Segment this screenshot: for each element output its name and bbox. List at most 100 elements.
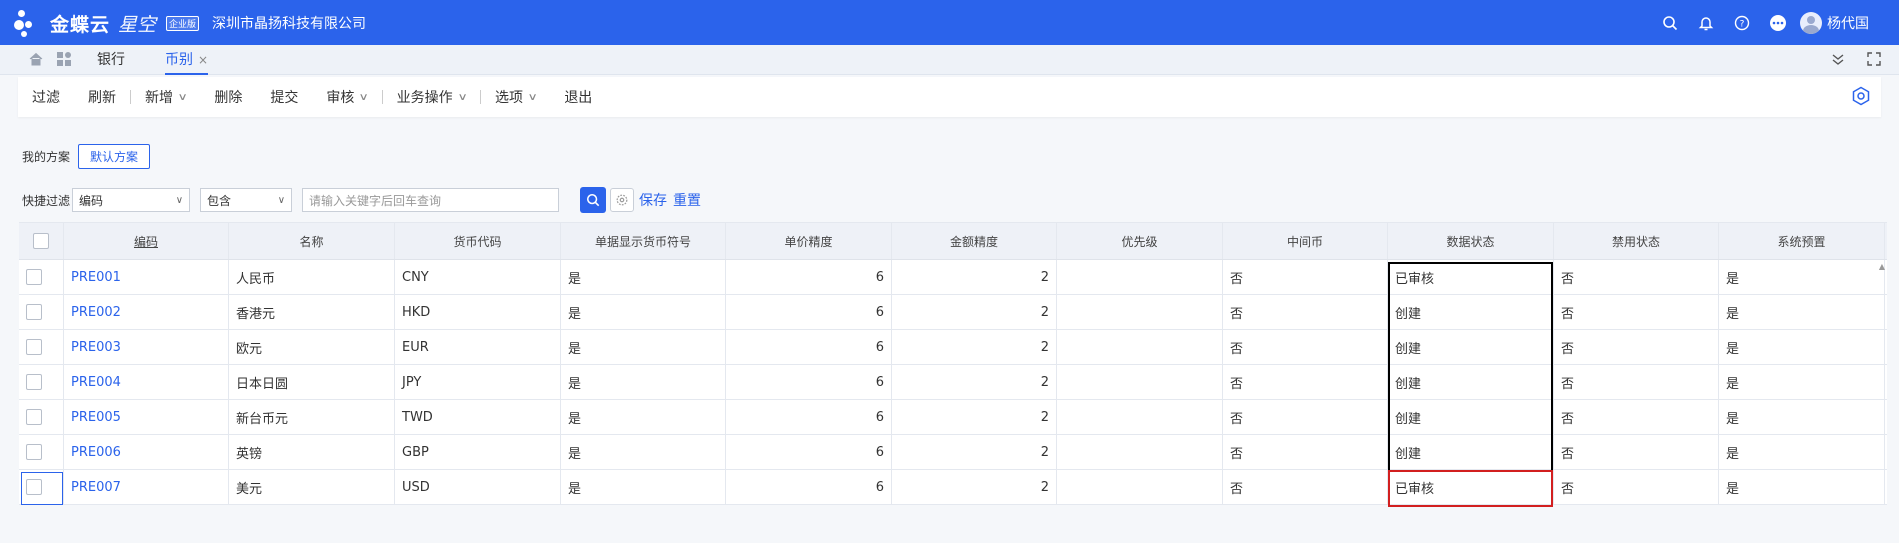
table-cell [1057,330,1223,364]
currency-code-link[interactable]: PRE007 [64,470,229,504]
table-cell: USD [395,470,561,504]
column-header[interactable]: 名称 [229,223,395,259]
currency-code-link[interactable]: PRE006 [64,435,229,469]
delete-button[interactable]: 删除 [200,77,256,117]
row-checkbox[interactable] [26,374,42,390]
table-cell [1057,435,1223,469]
row-select-cell [19,470,64,504]
currency-code-link[interactable]: PRE005 [64,400,229,434]
column-header[interactable]: 单据显示货币符号 [561,223,726,259]
column-header[interactable]: 中间币 [1223,223,1388,259]
table-cell: 否 [1223,400,1388,434]
table-cell: 2 [892,470,1057,504]
filter-placeholder: 请输入关键字后回车查询 [309,193,442,208]
toolbar: 过滤 刷新 新增 ∨ 删除 提交 审核 ∨ 业务操作 ∨ 选项 ∨ 退出 [18,77,1881,117]
default-scheme-button[interactable]: 默认方案 [78,144,151,169]
tab-bank[interactable]: 银行 [97,45,125,75]
table-cell: 否 [1554,295,1719,329]
table-cell: 否 [1554,260,1719,294]
column-header[interactable]: 编码 [64,223,229,259]
logo-icon [14,8,44,38]
home-icon[interactable] [28,51,44,71]
currency-code-link[interactable]: PRE001 [64,260,229,294]
row-checkbox[interactable] [26,444,42,460]
table-row[interactable]: PRE002 香港元 HKD 是 6 2 否创建否是 [19,295,1887,330]
close-icon[interactable]: × [198,53,208,67]
table-cell: 6 [726,435,892,469]
audit-button[interactable]: 审核 ∨ [312,77,381,117]
new-button[interactable]: 新增 ∨ [131,77,200,117]
row-checkbox[interactable] [26,409,42,425]
select-all-checkbox[interactable] [33,233,49,249]
more-icon[interactable] [1760,0,1796,45]
table-cell: 否 [1223,330,1388,364]
column-header[interactable]: 优先级 [1057,223,1223,259]
table-cell: 是 [1719,435,1885,469]
search-icon[interactable] [1652,0,1688,45]
table-row[interactable]: PRE005 新台币元 TWD 是 6 2 否创建否是 [19,400,1887,435]
table-row[interactable]: PRE006 英镑 GBP 是 6 2 否创建否是 [19,435,1887,470]
help-icon[interactable]: ? [1724,0,1760,45]
row-checkbox[interactable] [26,304,42,320]
table-cell: 否 [1554,470,1719,504]
tab-currency[interactable]: 币别 × [165,45,209,75]
exit-button[interactable]: 退出 [550,77,606,117]
row-select-cell [19,295,64,329]
filter-settings-button[interactable] [610,188,635,212]
row-select-cell [19,260,64,294]
chevron-double-down-icon[interactable] [1830,51,1846,71]
filter-operator-select[interactable]: 包含 ∨ [200,188,293,212]
currency-code-link[interactable]: PRE002 [64,295,229,329]
row-checkbox[interactable] [26,269,42,285]
reset-button[interactable]: 重置 [673,190,701,210]
currency-code-link[interactable]: PRE003 [64,330,229,364]
table-cell: 已审核 [1388,470,1554,504]
column-header[interactable]: 系统预置 [1719,223,1885,259]
bell-icon[interactable] [1688,0,1724,45]
filter-keyword-input[interactable]: 请输入关键字后回车查询 [302,188,560,212]
filter-button[interactable]: 过滤 [18,77,74,117]
save-button[interactable]: 保存 [639,190,667,210]
table-cell: 否 [1223,365,1388,399]
scheme-label: 我的方案 [22,150,71,164]
table-cell: 是 [1719,295,1885,329]
row-checkbox[interactable] [26,339,42,355]
apps-icon[interactable] [56,51,72,71]
column-header[interactable]: 单价精度 [726,223,892,259]
currency-code-link[interactable]: PRE004 [64,365,229,399]
column-header[interactable]: 禁用状态 [1554,223,1719,259]
business-ops-button[interactable]: 业务操作 ∨ [383,77,480,117]
table-row[interactable]: PRE004 日本日圆 JPY 是 6 2 否创建否是 [19,365,1887,400]
column-header[interactable]: 金额精度 [892,223,1057,259]
table-cell: 2 [892,260,1057,294]
table-cell: 英镑 [229,435,395,469]
tab-currency-label: 币别 [165,52,193,68]
table-cell: 是 [561,400,726,434]
table-cell: 否 [1554,435,1719,469]
search-button[interactable] [580,187,607,213]
table-cell: 否 [1223,470,1388,504]
settings-icon[interactable] [1851,86,1871,110]
column-header[interactable]: 货币代码 [395,223,561,259]
table-cell: 是 [561,435,726,469]
fullscreen-icon[interactable] [1866,51,1882,71]
chevron-down-icon: ∨ [527,91,538,103]
column-header[interactable]: 数据状态 [1388,223,1554,259]
submit-button[interactable]: 提交 [256,77,312,117]
row-checkbox[interactable] [26,479,42,495]
user-menu[interactable]: 杨代国 [1800,11,1869,34]
brand-logo[interactable]: 金蝶云 星空 企业版 [14,8,200,38]
table-cell: 6 [726,400,892,434]
table-row[interactable]: PRE003 欧元 EUR 是 6 2 否创建否是 [19,330,1887,365]
table-row[interactable]: PRE001 人民币 CNY 是 6 2 否已审核否是 [19,260,1887,295]
chevron-down-icon: ∨ [358,91,370,103]
refresh-button[interactable]: 刷新 [74,77,130,117]
table-cell: 否 [1223,435,1388,469]
table-cell: 6 [726,365,892,399]
table-row[interactable]: PRE007 美元 USD 是 6 2 否已审核否是 [19,470,1887,505]
table-cell: 美元 [229,470,395,504]
filter-field-select[interactable]: 编码 ∨ [72,188,191,212]
company-name[interactable]: 深圳市晶扬科技有限公司 [212,13,366,33]
scroll-up-icon[interactable]: ▲ [1879,262,1885,271]
options-button[interactable]: 选项 ∨ [481,77,550,117]
